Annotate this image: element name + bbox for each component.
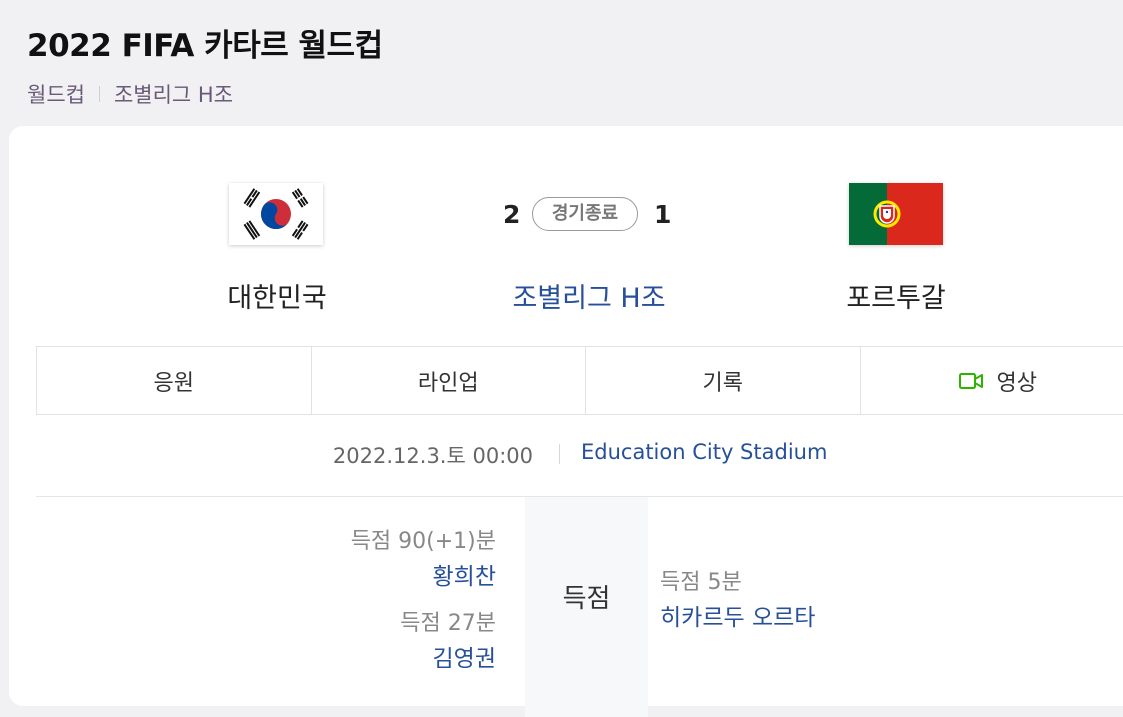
home-goal-item: 득점 27분 김영권 bbox=[400, 605, 496, 673]
match-datetime: 2022.12.3.토 00:00 bbox=[333, 440, 533, 470]
page-header: 2022 FIFA 카타르 월드컵 월드컵 조별리그 H조 bbox=[27, 20, 383, 109]
match-status-badge: 경기종료 bbox=[532, 197, 638, 231]
info-separator bbox=[559, 444, 560, 464]
goal-scorer[interactable]: 김영권 bbox=[400, 639, 496, 673]
match-venue[interactable]: Education City Stadium bbox=[581, 440, 827, 464]
tab-video-label: 영상 bbox=[997, 365, 1037, 397]
home-team-name[interactable]: 대한민국 bbox=[177, 276, 377, 315]
goal-time: 득점 90(+1)분 bbox=[351, 523, 496, 555]
goal-scorer[interactable]: 황희찬 bbox=[351, 557, 496, 591]
away-score: 1 bbox=[654, 200, 671, 229]
match-info-row: 2022.12.3.토 00:00 Education City Stadium bbox=[0, 440, 1123, 470]
page-title: 2022 FIFA 카타르 월드컵 bbox=[27, 20, 383, 65]
tab-record-label: 기록 bbox=[703, 365, 743, 397]
away-team-name[interactable]: 포르투갈 bbox=[796, 276, 996, 315]
breadcrumb: 월드컵 조별리그 H조 bbox=[27, 79, 383, 109]
breadcrumb-item-group[interactable]: 조별리그 H조 bbox=[114, 79, 233, 109]
goal-time: 득점 5분 bbox=[660, 564, 815, 596]
match-tabs: 응원 라인업 기록 영상 bbox=[36, 346, 1123, 415]
korea-flag-icon[interactable] bbox=[229, 183, 323, 245]
tab-lineup[interactable]: 라인업 bbox=[312, 347, 587, 414]
group-link[interactable]: 조별리그 H조 bbox=[489, 276, 689, 315]
away-goal-item: 득점 5분 히카르두 오르타 bbox=[660, 564, 815, 632]
tab-cheer[interactable]: 응원 bbox=[37, 347, 312, 414]
goal-scorer[interactable]: 히카르두 오르타 bbox=[660, 598, 815, 632]
tab-video[interactable]: 영상 bbox=[861, 347, 1123, 414]
breadcrumb-separator bbox=[99, 86, 100, 102]
goals-label: 득점 bbox=[525, 578, 648, 615]
tab-record[interactable]: 기록 bbox=[586, 347, 861, 414]
video-icon bbox=[959, 372, 983, 390]
home-goal-item: 득점 90(+1)분 황희찬 bbox=[351, 523, 496, 591]
tab-lineup-label: 라인업 bbox=[418, 365, 479, 397]
goal-time: 득점 27분 bbox=[400, 605, 496, 637]
home-score: 2 bbox=[503, 200, 520, 229]
portugal-flag-icon[interactable] bbox=[849, 183, 943, 245]
tab-cheer-label: 응원 bbox=[154, 365, 194, 397]
breadcrumb-item-worldcup[interactable]: 월드컵 bbox=[27, 79, 85, 109]
goals-center-column: 득점 bbox=[525, 497, 648, 717]
